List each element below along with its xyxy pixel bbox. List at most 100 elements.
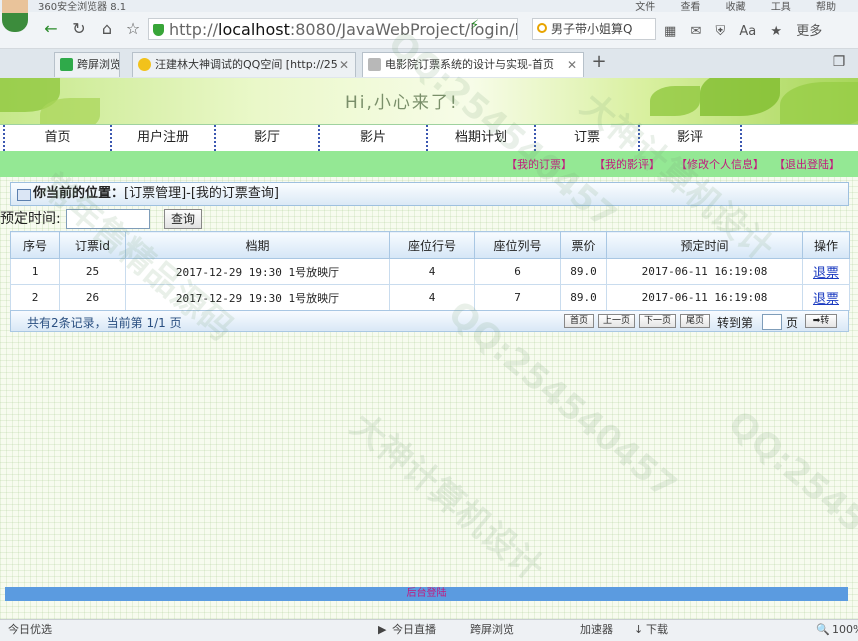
more-menu[interactable]: 更多: [796, 24, 822, 39]
grid-icon[interactable]: ▦: [664, 24, 676, 39]
cell-reserve-time: 2017-06-11 16:19:08: [606, 284, 803, 311]
search-form: 预定时间: 查询: [0, 208, 202, 230]
watermark: QQ:254540457: [720, 403, 858, 617]
status-cross-screen[interactable]: 跨屏浏览: [470, 620, 514, 640]
reserve-time-input[interactable]: [66, 209, 150, 229]
tab-cinema-home[interactable]: 电影院订票系统的设计与实现-首页 ✕: [362, 52, 584, 77]
menu-help[interactable]: 帮助: [816, 2, 836, 12]
status-zoom[interactable]: 100%: [832, 620, 858, 640]
new-tab-plus-icon[interactable]: +: [588, 51, 610, 73]
search-box-text: 男子带小姐算Q: [551, 22, 633, 36]
cell-schedule: 2017-12-29 19:30 1号放映厅: [125, 284, 390, 311]
first-page-button[interactable]: 首页: [564, 314, 594, 328]
cross-screen-icon: [60, 58, 73, 71]
nav-register[interactable]: 用户注册: [110, 125, 214, 151]
cell-seat-row: 4: [389, 258, 475, 285]
page-number-input[interactable]: [762, 314, 782, 330]
nav-halls[interactable]: 影厅: [214, 125, 318, 151]
nav-movies[interactable]: 影片: [318, 125, 426, 151]
address-prefix: http://: [169, 20, 219, 39]
search-icon: [537, 23, 547, 33]
admin-login-link[interactable]: 后台登陆: [407, 588, 447, 599]
tab-label: 跨屏浏览: [77, 58, 120, 71]
cell-price: 89.0: [560, 284, 607, 311]
edit-profile-link[interactable]: 【修改个人信息】: [676, 156, 764, 172]
favorite-star-icon[interactable]: ☆: [122, 18, 144, 40]
cell-seat-col: 7: [474, 284, 561, 311]
status-download[interactable]: 下载: [646, 620, 668, 640]
address-bar[interactable]: http://localhost:8080/JavaWebProject/log…: [148, 18, 518, 40]
cell-reserve-time: 2017-06-11 16:19:08: [606, 258, 803, 285]
header-price: 票价: [560, 231, 607, 259]
star-icon[interactable]: ★: [770, 24, 782, 39]
header-ticket-id: 订票id: [59, 231, 126, 259]
site-banner: Hi,小心来了!: [0, 78, 858, 124]
nav-reviews[interactable]: 影评: [638, 125, 742, 151]
page-unit-label: 页: [786, 316, 799, 330]
back-arrow-icon[interactable]: ←: [40, 18, 62, 40]
translate-icon[interactable]: Aa: [739, 24, 756, 39]
browser-app-title: 360安全浏览器 8.1: [38, 2, 127, 12]
tab-cross-screen[interactable]: 跨屏浏览: [54, 52, 120, 77]
tab-label: 汪建林大神调试的QQ空间 [http://25: [155, 58, 338, 71]
lightning-icon[interactable]: ⚡: [470, 18, 479, 33]
mail-icon[interactable]: ✉: [690, 24, 701, 39]
go-button[interactable]: ➡转: [805, 314, 837, 328]
next-page-button[interactable]: 下一页: [639, 314, 676, 328]
browser-title-bar: 360安全浏览器 8.1 文件 查看 收藏 工具 帮助: [0, 0, 858, 12]
ticket-table: 序号 订票id 档期 座位行号 座位列号 票价 预定时间 操作 1 25 201…: [10, 231, 850, 311]
reserve-time-label: 预定时间:: [0, 211, 61, 227]
home-icon[interactable]: ⌂: [96, 18, 118, 40]
address-host: localhost: [218, 20, 290, 39]
header-no: 序号: [10, 231, 60, 259]
menu-view[interactable]: 查看: [680, 2, 700, 12]
jump-label: 转到第: [717, 316, 754, 330]
status-accelerator[interactable]: 加速器: [580, 620, 613, 640]
search-box[interactable]: 男子带小姐算Q: [532, 18, 656, 40]
tab-qq-zone[interactable]: 汪建林大神调试的QQ空间 [http://25 ✕: [132, 52, 356, 77]
breadcrumb: 你当前的位置：[订票管理]-[我的订票查询]: [10, 182, 849, 206]
cell-seat-row: 4: [389, 284, 475, 311]
cell-seat-col: 6: [474, 258, 561, 285]
my-tickets-link[interactable]: 【我的订票】: [506, 156, 572, 172]
nav-tickets[interactable]: 订票: [534, 125, 638, 151]
cell-schedule: 2017-12-29 19:30 1号放映厅: [125, 258, 390, 285]
last-page-button[interactable]: 尾页: [680, 314, 710, 328]
header-schedule: 档期: [125, 231, 390, 259]
footer-bar: 后台登陆: [5, 587, 848, 601]
refund-link[interactable]: 退票: [813, 266, 839, 281]
shield-icon[interactable]: ⛨: [715, 24, 725, 39]
logout-link[interactable]: 【退出登陆】: [774, 156, 840, 172]
breadcrumb-label: 你当前的位置：: [33, 186, 125, 201]
status-today-picks[interactable]: 今日优选: [8, 620, 52, 640]
record-summary: 共有2条记录，当前第 1/1 页: [27, 316, 182, 330]
breadcrumb-path: [订票管理]-[我的订票查询]: [124, 186, 279, 201]
nav-schedule[interactable]: 档期计划: [426, 125, 534, 151]
banner-greeting: Hi,小心来了!: [345, 93, 459, 113]
refund-link[interactable]: 退票: [813, 292, 839, 307]
menu-tools[interactable]: 工具: [771, 2, 791, 12]
main-navigation: 首页 用户注册 影厅 影片 档期计划 订票 影评: [0, 124, 858, 152]
menu-file[interactable]: 文件: [635, 2, 655, 12]
window-icon: [17, 189, 31, 201]
status-live[interactable]: 今日直播: [392, 620, 436, 640]
refresh-icon[interactable]: ↻: [68, 18, 90, 40]
cell-ticket-id: 25: [59, 258, 126, 285]
tab-restore-icon[interactable]: ❐: [828, 51, 850, 73]
leaf-decoration: [700, 78, 780, 116]
header-seat-col: 座位列号: [474, 231, 561, 259]
pagination-bar: 共有2条记录，当前第 1/1 页 首页 上一页 下一页 尾页 转到第 页 ➡转: [10, 310, 849, 332]
play-icon: ▶: [378, 623, 387, 636]
my-reviews-link[interactable]: 【我的影评】: [594, 156, 660, 172]
browser-status-bar: 今日优选 ▶ 今日直播 跨屏浏览 加速器 ↓ 下载 🔍 100%: [0, 619, 858, 641]
prev-page-button[interactable]: 上一页: [598, 314, 635, 328]
close-icon[interactable]: ✕: [567, 53, 577, 77]
user-avatar[interactable]: [2, 0, 28, 32]
query-button[interactable]: 查询: [164, 209, 202, 229]
tab-bar: 跨屏浏览 汪建林大神调试的QQ空间 [http://25 ✕ 电影院订票系统的设…: [0, 49, 858, 79]
close-icon[interactable]: ✕: [339, 53, 349, 77]
menu-favorites[interactable]: 收藏: [726, 2, 746, 12]
leaf-decoration: [780, 82, 858, 124]
nav-home[interactable]: 首页: [3, 125, 110, 151]
cell-ticket-id: 26: [59, 284, 126, 311]
